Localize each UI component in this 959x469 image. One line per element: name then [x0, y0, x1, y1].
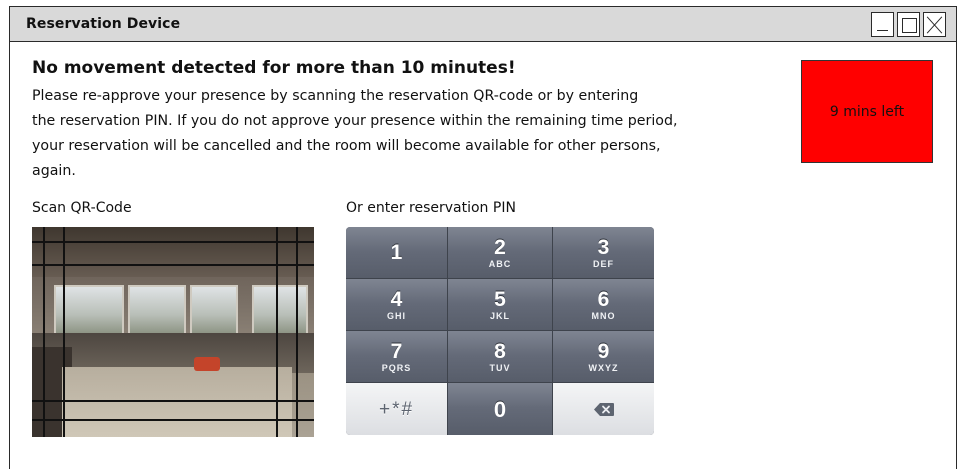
key-letters: GHI [386, 310, 406, 321]
alert-text-line-1: Please re-approve your presence by scann… [32, 88, 639, 104]
key-4[interactable]: 4 GHI [346, 279, 448, 331]
key-9[interactable]: 9 WXYZ [553, 331, 654, 383]
camera-ceiling [32, 227, 314, 277]
key-digit: 6 [597, 287, 610, 311]
key-letters: JKL [489, 310, 510, 321]
scan-grid-line [43, 227, 45, 437]
key-letters: WXYZ [588, 362, 619, 373]
key-digit: 9 [597, 339, 610, 363]
alert-text-line-2: the reservation PIN. If you do not appro… [32, 113, 678, 129]
scan-grid-line [63, 227, 65, 437]
key-digit: 1 [390, 241, 403, 264]
key-digit: 3 [597, 235, 610, 259]
key-3[interactable]: 3 DEF [553, 227, 654, 279]
key-digit: 2 [494, 235, 506, 259]
alert-text-line-3: your reservation will be cancelled and t… [32, 138, 661, 154]
camera-table [62, 367, 292, 437]
key-digit: 7 [390, 339, 403, 363]
key-letters: TUV [489, 362, 511, 373]
key-7[interactable]: 7 PQRS [346, 331, 448, 383]
backspace-icon [593, 402, 614, 416]
scan-grid-line [32, 400, 314, 402]
camera-window-pane [190, 285, 238, 335]
title-bar: Reservation Device [10, 7, 956, 42]
key-digit: 0 [493, 396, 507, 422]
scan-grid-line [276, 227, 278, 437]
minimize-icon[interactable] [871, 12, 894, 37]
camera-window-pane [252, 285, 308, 335]
window-title: Reservation Device [26, 16, 181, 32]
camera-window-pane [128, 285, 186, 335]
maximize-icon[interactable] [897, 12, 920, 37]
alert-heading: No movement detected for more than 10 mi… [32, 58, 516, 78]
key-backspace[interactable] [553, 383, 654, 435]
camera-window-pane [54, 285, 124, 335]
alert-text-line-4: again. [32, 163, 76, 179]
key-2[interactable]: 2 ABC [448, 227, 553, 279]
key-symbols[interactable]: +*# [346, 383, 448, 435]
scan-grid-line [32, 264, 314, 266]
key-8[interactable]: 8 TUV [448, 331, 553, 383]
key-letters: ABC [488, 258, 512, 269]
key-5[interactable]: 5 JKL [448, 279, 553, 331]
key-0[interactable]: 0 [448, 383, 553, 435]
time-remaining-badge: 9 mins left [801, 60, 933, 163]
key-letters: MNO [591, 310, 616, 321]
key-digit: 4 [390, 287, 403, 311]
scan-grid-line [32, 419, 314, 421]
camera-chair [194, 357, 220, 371]
close-icon[interactable] [923, 12, 946, 37]
key-letters: PQRS [381, 362, 412, 373]
scan-grid-line [296, 227, 298, 437]
scan-grid-line [32, 241, 314, 243]
pin-entry-label: Or enter reservation PIN [346, 200, 516, 216]
key-6[interactable]: 6 MNO [553, 279, 654, 331]
key-digit: 8 [494, 339, 506, 363]
key-digit: 5 [494, 287, 506, 311]
qr-scan-label: Scan QR-Code [32, 200, 132, 216]
pin-keypad: 1 2 ABC 3 DEF 4 GHI 5 JKL 6 MNO 7 PQRS 8… [346, 227, 654, 435]
key-symbols-label: +*# [378, 398, 415, 420]
qr-camera-preview[interactable] [32, 227, 314, 437]
key-1[interactable]: 1 [346, 227, 448, 279]
key-letters: DEF [593, 258, 614, 269]
